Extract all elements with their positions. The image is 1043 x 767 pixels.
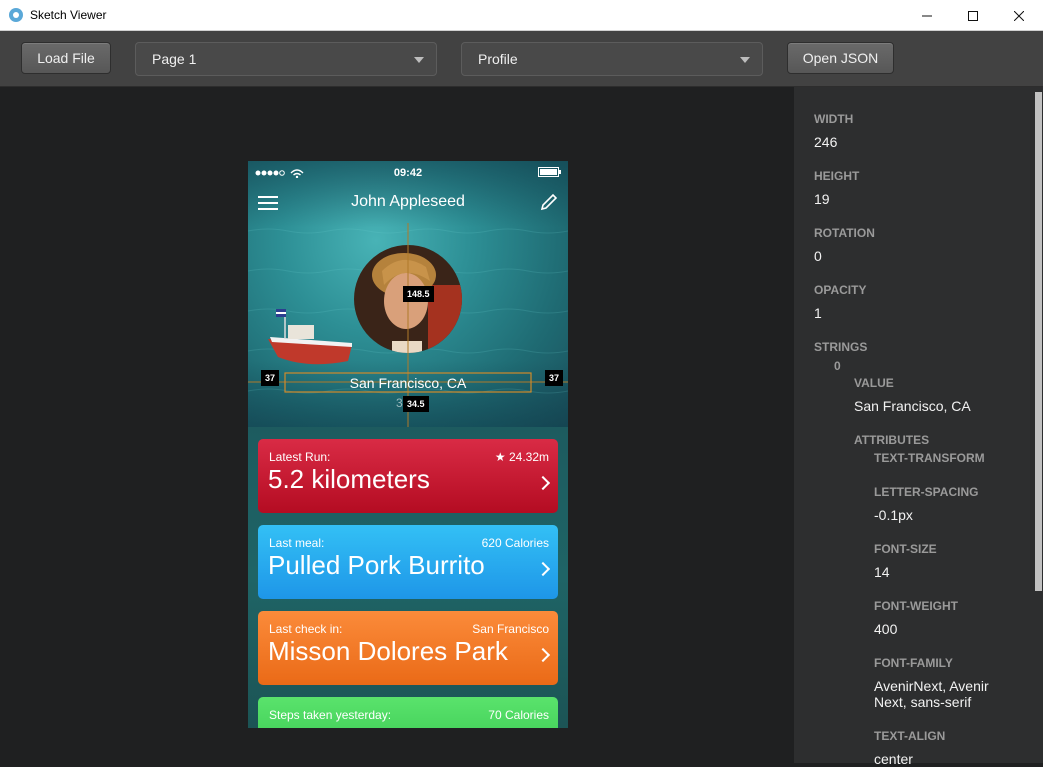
minimize-icon <box>922 15 932 16</box>
font-weight-value: 400 <box>874 621 898 637</box>
strings-label: STRINGS <box>814 340 868 354</box>
letter-spacing-value: -0.1px <box>874 507 913 523</box>
minimize-button[interactable] <box>904 0 950 31</box>
card-meta: San Francisco <box>472 622 549 636</box>
chevron-right-icon <box>535 475 551 491</box>
height-label: HEIGHT <box>814 169 860 183</box>
font-family-value-line-1: AvenirNext, Avenir <box>874 678 989 694</box>
card-latest-run[interactable]: Latest Run: ★ 24.32m 5.2 kilometers <box>258 439 558 513</box>
opacity-label: OPACITY <box>814 283 867 297</box>
window-title: Sketch Viewer <box>30 8 107 22</box>
height-value: 19 <box>814 191 830 207</box>
artboard-select-value: Profile <box>478 51 518 67</box>
title-bar: Sketch Viewer <box>0 0 1043 31</box>
font-size-label: FONT-SIZE <box>874 542 937 556</box>
card-steps[interactable]: Steps taken yesterday: 70 Calories <box>258 697 558 728</box>
card-value: Misson Dolores Park <box>268 636 508 666</box>
page-select-value: Page 1 <box>152 51 197 67</box>
measure-label-right: 37 <box>545 370 564 386</box>
page-select[interactable]: Page 1 <box>135 42 437 76</box>
artboard-canvas[interactable]: 09:42 John Appleseed San Francisco, CA 1… <box>0 87 794 763</box>
inspector-scrollbar-thumb[interactable] <box>1035 92 1042 591</box>
font-family-value-line-2: Next, sans-serif <box>874 694 972 710</box>
card-label: Last meal: <box>269 536 325 550</box>
card-value: 5.2 kilometers <box>268 464 430 494</box>
app-icon <box>9 8 23 22</box>
chevron-right-icon <box>535 647 551 663</box>
text-align-label: TEXT-ALIGN <box>874 729 946 743</box>
chevron-right-icon <box>535 561 551 577</box>
measure-label-top: 148.5 <box>403 286 434 302</box>
attributes-label: ATTRIBUTES <box>854 433 930 447</box>
font-weight-label: FONT-WEIGHT <box>874 599 958 613</box>
measure-label-left: 37 <box>261 370 280 386</box>
letter-spacing-label: LETTER-SPACING <box>874 485 979 499</box>
artboard-select[interactable]: Profile <box>461 42 763 76</box>
close-button[interactable] <box>996 0 1042 31</box>
maximize-button[interactable] <box>950 0 996 31</box>
card-value: Pulled Pork Burrito <box>268 550 485 580</box>
chevron-down-icon <box>740 57 750 63</box>
chevron-down-icon <box>414 57 424 63</box>
close-icon <box>1014 10 1024 21</box>
open-json-button[interactable]: Open JSON <box>787 42 894 74</box>
toolbar: Load File Page 1 Profile Open JSON <box>0 31 1043 87</box>
card-label: Latest Run: <box>269 450 331 464</box>
card-meta: 620 Calories <box>481 536 549 550</box>
load-file-button[interactable]: Load File <box>21 42 111 74</box>
card-label: Steps taken yesterday: <box>269 708 392 722</box>
opacity-value: 1 <box>814 305 822 321</box>
inspector-panel: WIDTH 246 HEIGHT 19 ROTATION 0 OPACITY 1… <box>794 87 1043 767</box>
rotation-label: ROTATION <box>814 226 875 240</box>
card-last-meal[interactable]: Last meal: 620 Calories Pulled Pork Burr… <box>258 525 558 599</box>
location-text[interactable]: San Francisco, CA <box>248 375 568 391</box>
strings-index: 0 <box>834 359 841 373</box>
value-value: San Francisco, CA <box>854 398 971 414</box>
width-value: 246 <box>814 134 838 150</box>
card-last-check-in[interactable]: Last check in: San Francisco Misson Dolo… <box>258 611 558 685</box>
profile-artboard[interactable]: 09:42 John Appleseed San Francisco, CA 1… <box>248 161 568 728</box>
hero-background: 09:42 John Appleseed San Francisco, CA 1… <box>248 161 568 427</box>
text-align-value: center <box>874 751 913 767</box>
measure-label-bottom: 34.5 <box>403 396 429 412</box>
font-size-value: 14 <box>874 564 890 580</box>
card-label: Last check in: <box>269 622 343 636</box>
card-meta: 70 Calories <box>488 708 549 722</box>
card-meta: ★ 24.32m <box>494 450 549 464</box>
text-transform-label: TEXT-TRANSFORM <box>874 451 985 465</box>
maximize-icon <box>968 10 978 21</box>
rotation-value: 0 <box>814 248 822 264</box>
value-label: VALUE <box>854 376 894 390</box>
width-label: WIDTH <box>814 112 854 126</box>
font-family-label: FONT-FAMILY <box>874 656 953 670</box>
